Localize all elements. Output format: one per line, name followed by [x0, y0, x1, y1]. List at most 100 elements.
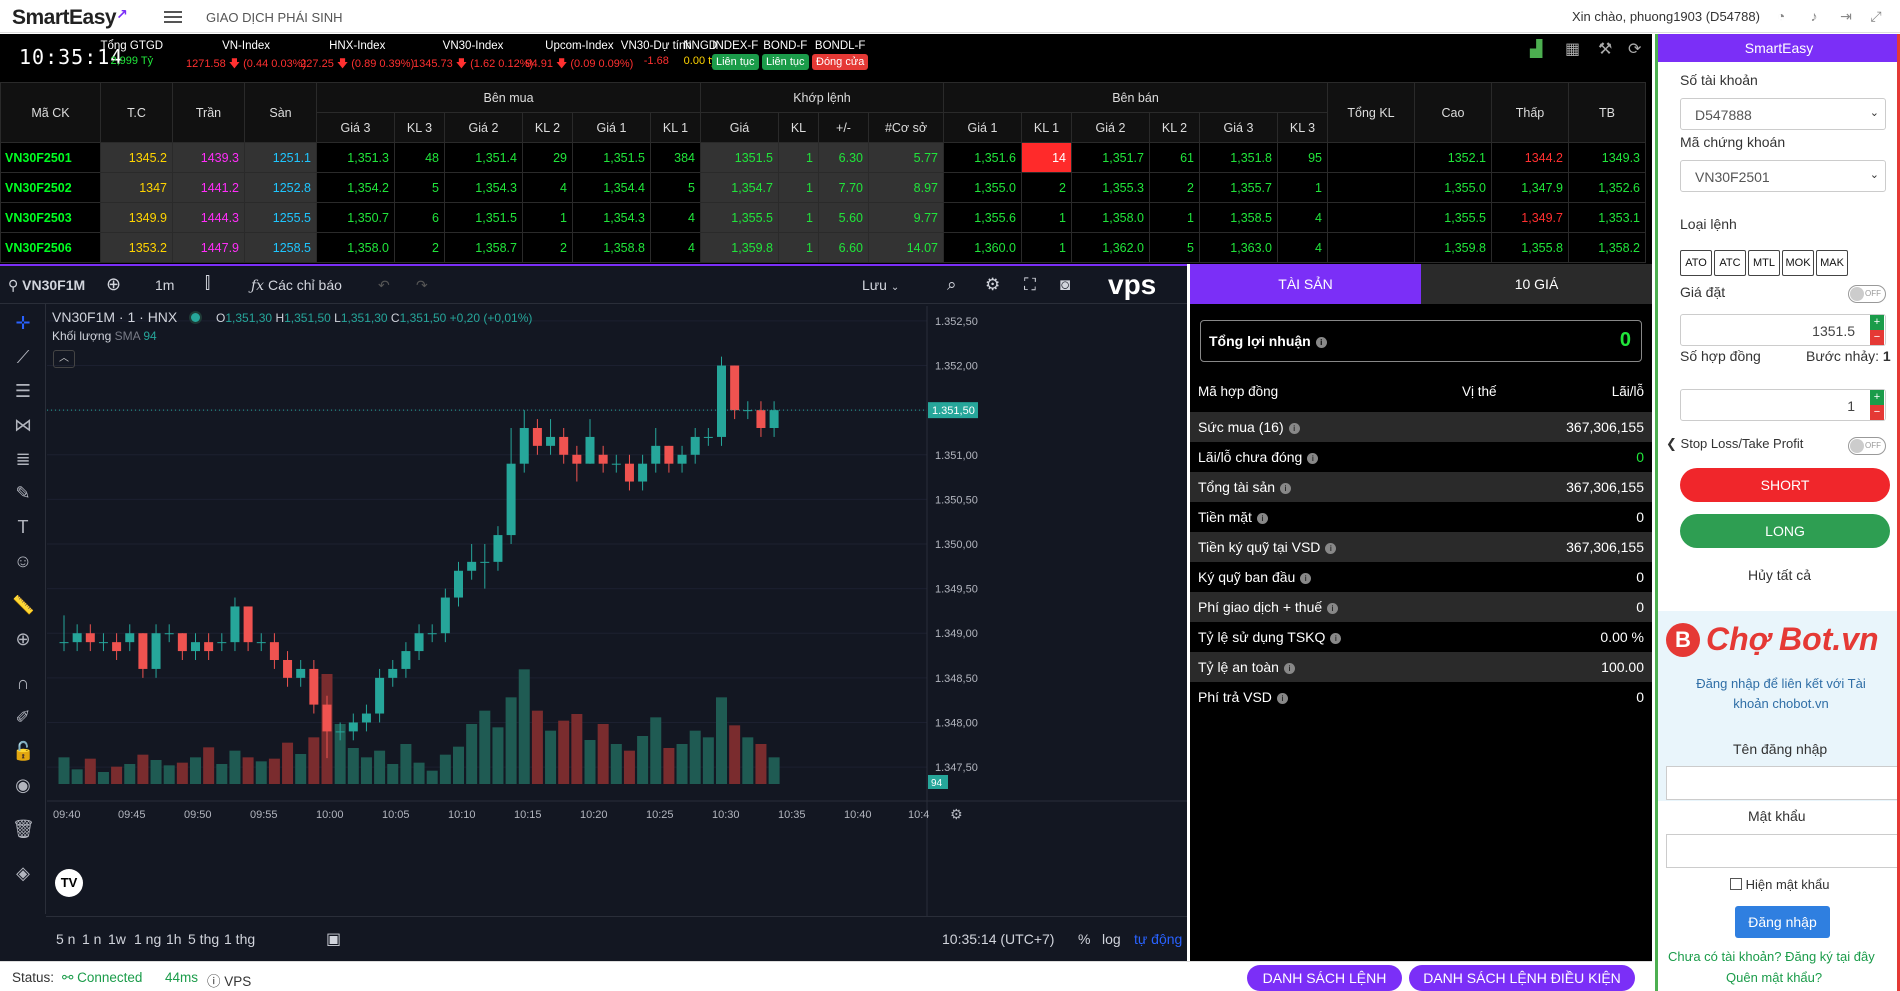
- password-input[interactable]: [1666, 834, 1900, 868]
- range-2[interactable]: 1w: [108, 931, 126, 947]
- percent-toggle[interactable]: %: [1078, 931, 1090, 947]
- bell-icon[interactable]: ♪: [1806, 8, 1822, 24]
- index-0[interactable]: Tổng GTGD 2,999 Tỷ: [100, 40, 163, 67]
- range-6[interactable]: 1 thg: [224, 931, 255, 947]
- gavel-icon[interactable]: ⚒: [1598, 39, 1612, 59]
- short-button[interactable]: SHORT: [1680, 468, 1890, 502]
- trendline-icon[interactable]: ⟋: [12, 346, 34, 368]
- log-toggle[interactable]: log: [1102, 931, 1121, 947]
- cell-sym[interactable]: VN30F2501: [0, 142, 101, 173]
- index-5[interactable]: VN30-Dự tính -1.68: [621, 40, 692, 67]
- order-type-atc[interactable]: ATC: [1714, 250, 1746, 276]
- long-button[interactable]: LONG: [1680, 514, 1890, 548]
- index-1[interactable]: VN-Index 1271.58 🡇 (0.44 0.03%): [186, 40, 306, 74]
- symbol-search[interactable]: ⚲ VN30F1M: [8, 277, 85, 294]
- add-compare-icon[interactable]: ⊕: [106, 274, 121, 295]
- order-type-ato[interactable]: ATO: [1680, 250, 1712, 276]
- eye-icon[interactable]: ◉: [12, 774, 34, 796]
- indicators-button[interactable]: ƒx Các chỉ báo: [251, 277, 342, 294]
- timezone-label[interactable]: 10:35:14 (UTC+7): [942, 931, 1054, 947]
- refresh-icon[interactable]: ⟳: [1628, 39, 1641, 59]
- emoji-icon[interactable]: ☺: [12, 550, 34, 572]
- menu-icon[interactable]: [164, 8, 182, 24]
- goto-date-icon[interactable]: ▣: [326, 929, 341, 949]
- account-select[interactable]: D547888 ⌄: [1680, 98, 1886, 130]
- tab-depth[interactable]: 10 GIÁ: [1421, 264, 1652, 304]
- app-logo[interactable]: SmartEasy↗: [12, 6, 128, 30]
- chart-plot-area[interactable]: 1.352,50 1.352,00 1.351,50 1.351,00 1.350,50…: [47, 306, 1187, 916]
- save-button[interactable]: Lưu ⌄: [862, 277, 899, 293]
- qty-minus-button[interactable]: −: [1870, 405, 1884, 420]
- board-row[interactable]: VN30F2502 1347 1441.2 1252.8 1,354.2 5 1,354.3…: [0, 172, 1646, 203]
- index-4[interactable]: Upcom-Index 94.91 🡇 (0.09 0.09%): [525, 40, 633, 74]
- board-row[interactable]: VN30F2503 1349.9 1444.3 1255.5 1,350.7 6 1,351…: [0, 202, 1646, 233]
- login-icon[interactable]: ⇥: [1838, 8, 1854, 24]
- layers-icon[interactable]: ◈: [12, 862, 34, 884]
- index-3[interactable]: VN30-Index 1345.73 🡇 (1.62 0.12%): [413, 40, 533, 74]
- axis-settings-icon[interactable]: ⚙: [950, 807, 963, 823]
- redo-icon[interactable]: ↷: [416, 277, 428, 294]
- camera-icon[interactable]: ◙: [1060, 275, 1070, 295]
- login-button[interactable]: Đăng nhập: [1735, 906, 1830, 938]
- order-type-mak[interactable]: MAK: [1816, 250, 1848, 276]
- show-password[interactable]: Hiện mật khẩu: [1730, 877, 1829, 892]
- ruler-icon[interactable]: 📏: [12, 594, 34, 616]
- order-list-button[interactable]: DANH SÁCH LỆNH: [1247, 965, 1402, 991]
- range-0[interactable]: 5 n: [56, 931, 75, 947]
- cell-sym[interactable]: VN30F2502: [0, 172, 101, 203]
- range-1[interactable]: 1 n: [82, 931, 101, 947]
- prediction-icon[interactable]: ≣: [12, 448, 34, 470]
- col-ref[interactable]: T.C: [100, 82, 173, 143]
- candle-type-icon[interactable]: ⫿: [205, 275, 210, 293]
- col-low[interactable]: Thấp: [1491, 82, 1569, 143]
- price-minus-button[interactable]: −: [1870, 330, 1884, 345]
- range-4[interactable]: 1h: [166, 931, 182, 947]
- collapse-legend-icon[interactable]: ︿: [53, 350, 75, 368]
- nav-title[interactable]: GIAO DỊCH PHÁI SINH: [206, 10, 343, 25]
- settings-icon[interactable]: ⚙: [985, 275, 1000, 295]
- expand-icon[interactable]: ⤢: [1868, 8, 1884, 24]
- fullscreen-icon[interactable]: ⛶: [1024, 275, 1036, 295]
- order-type-mtl[interactable]: MTL: [1748, 250, 1780, 276]
- user-icon[interactable]: ◔: [1773, 8, 1789, 24]
- register-link[interactable]: Chưa có tài khoản? Đăng ký tại đây: [1668, 949, 1875, 964]
- symbol-select[interactable]: VN30F2501 ⌄: [1680, 160, 1886, 192]
- lock-icon[interactable]: 🔓: [12, 740, 34, 762]
- col-ceil[interactable]: Trần: [172, 82, 245, 143]
- col-high[interactable]: Cao: [1414, 82, 1492, 143]
- text-icon[interactable]: T: [12, 516, 34, 538]
- board-row[interactable]: VN30F2501 1345.2 1439.3 1251.1 1,351.3 48 1,35…: [0, 142, 1646, 173]
- fib-icon[interactable]: ☰: [12, 380, 34, 402]
- price-plus-button[interactable]: +: [1870, 315, 1884, 330]
- tradingview-logo[interactable]: TV: [55, 869, 83, 897]
- forgot-password-link[interactable]: Quên mật khẩu?: [1726, 970, 1822, 985]
- cell-sym[interactable]: VN30F2506: [0, 232, 101, 263]
- magnet-icon[interactable]: ∩: [12, 672, 34, 694]
- price-toggle[interactable]: OFF: [1848, 285, 1886, 303]
- trash-icon[interactable]: 🗑: [12, 818, 35, 840]
- calculator-icon[interactable]: ▦: [1565, 39, 1580, 59]
- qty-plus-button[interactable]: +: [1870, 390, 1884, 405]
- order-type-mok[interactable]: MOK: [1782, 250, 1814, 276]
- zoom-icon[interactable]: ⊕: [12, 628, 34, 650]
- undo-icon[interactable]: ↶: [378, 277, 390, 294]
- col-symbol[interactable]: Mã CK: [0, 82, 101, 143]
- chevron-left-icon[interactable]: ❮: [1666, 436, 1677, 451]
- index-2[interactable]: HNX-Index 227.25 🡇 (0.89 0.39%): [300, 40, 414, 74]
- qty-input[interactable]: 1: [1680, 389, 1886, 421]
- candlestick-chart[interactable]: 1.352,50 1.352,00 1.351,50 1.351,00 1.350,50…: [47, 306, 1187, 916]
- interval-button[interactable]: 1m: [155, 277, 174, 293]
- sltp-toggle[interactable]: OFF: [1848, 437, 1886, 455]
- board-row[interactable]: VN30F2506 1353.2 1447.9 1258.5 1,358.0 2 1,358…: [0, 232, 1646, 263]
- conditional-order-list-button[interactable]: DANH SÁCH LỆNH ĐIỀU KIỆN: [1409, 965, 1635, 991]
- pattern-icon[interactable]: ⋈: [12, 414, 34, 436]
- price-input[interactable]: 1351.5: [1680, 314, 1886, 346]
- range-5[interactable]: 5 thg: [188, 931, 219, 947]
- chart-icon[interactable]: ▟: [1530, 39, 1542, 59]
- col-total[interactable]: Tổng KL: [1327, 82, 1415, 143]
- username-input[interactable]: [1666, 766, 1900, 800]
- range-3[interactable]: 1 ng: [134, 931, 161, 947]
- user-greeting[interactable]: Xin chào, phuong1903 (D54788): [1572, 9, 1760, 24]
- show-password-checkbox[interactable]: [1730, 878, 1742, 890]
- crosshair-icon[interactable]: ✛: [12, 312, 34, 334]
